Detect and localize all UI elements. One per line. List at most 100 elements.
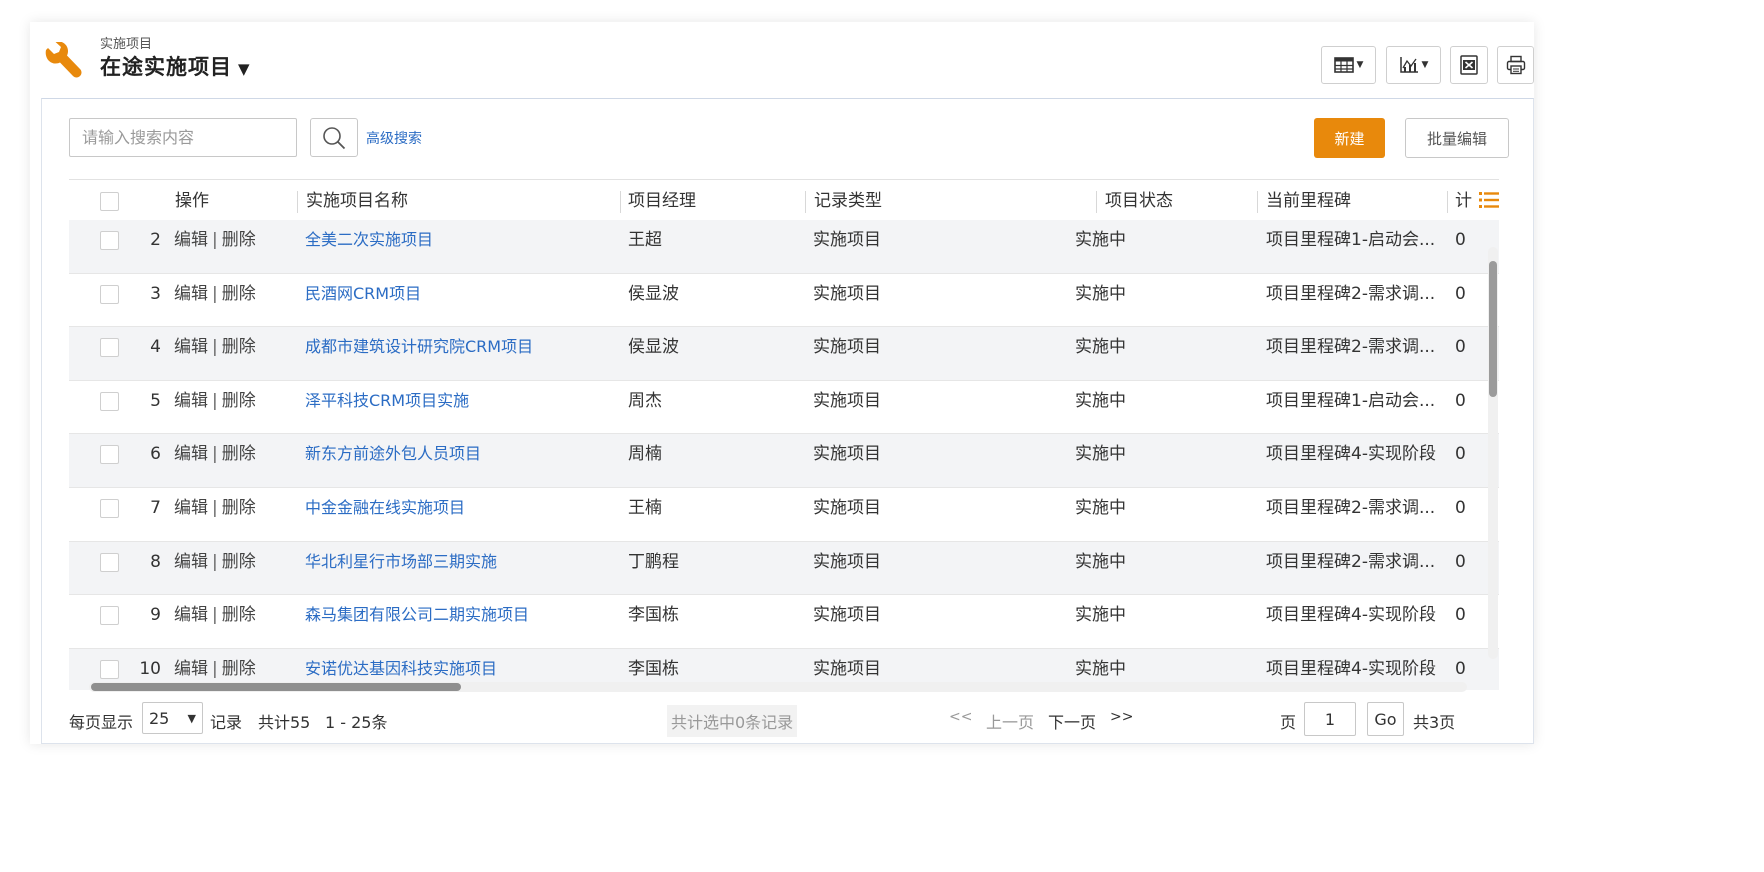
edit-link[interactable]: 编辑 (174, 391, 208, 411)
row-checkbox[interactable] (100, 552, 119, 572)
column-divider[interactable] (805, 191, 806, 213)
page-title[interactable]: 在途实施项目 ▼ (100, 51, 251, 81)
table-row[interactable]: 9 编辑 | 删除 森马集团有限公司二期实施项目 李国栋 实施项目 实施中 项目里程碑4-实现阶… (69, 595, 1499, 649)
horizontal-scrollbar[interactable] (89, 682, 1467, 692)
row-actions: 编辑 | 删除 (174, 327, 256, 367)
column-header-count[interactable]: 计 (1455, 180, 1472, 223)
search-input[interactable] (69, 118, 297, 157)
list-panel: 高级搜索 新建 批量编辑 操作 实施项目名称 项目经理 记录类型 项目状态 当前… (41, 98, 1534, 744)
delete-link[interactable]: 删除 (222, 605, 256, 625)
delete-link[interactable]: 删除 (222, 284, 256, 304)
count-cell: 0 (1455, 605, 1466, 626)
select-all-checkbox[interactable] (100, 192, 119, 211)
row-checkbox[interactable] (100, 284, 119, 304)
vertical-scrollbar-thumb[interactable] (1489, 261, 1497, 397)
wrench-icon (45, 42, 82, 78)
milestone-cell: 项目里程碑2-需求调... (1266, 498, 1436, 518)
go-button[interactable]: Go (1367, 702, 1404, 736)
table-row[interactable]: 4 编辑 | 删除 成都市建筑设计研究院CRM项目 侯显波 实施项目 实施中 项目里程碑2-需求… (69, 327, 1499, 381)
edit-link[interactable]: 编辑 (174, 284, 208, 304)
column-header-milestone[interactable]: 当前里程碑 (1266, 180, 1351, 223)
delete-link[interactable]: 删除 (222, 444, 256, 464)
row-checkbox[interactable] (100, 499, 119, 518)
manager-cell: 李国栋 (628, 605, 679, 626)
selected-count: 共计选中0条记录 (667, 705, 798, 737)
table-row[interactable]: 2 编辑 | 删除 全美二次实施项目 王超 实施项目 实施中 项目里程碑1-启动会... 0 (69, 220, 1499, 274)
last-page-link[interactable]: >> (1110, 709, 1133, 725)
chevron-down-icon: ▼ (1421, 60, 1429, 70)
project-name-link[interactable]: 成都市建筑设计研究院CRM项目 (305, 327, 533, 367)
records-label: 记录 (210, 713, 243, 732)
milestone-cell: 项目里程碑4-实现阶段 (1266, 605, 1436, 626)
action-separator: | (212, 551, 218, 572)
delete-link[interactable]: 删除 (222, 498, 256, 518)
row-checkbox[interactable] (100, 391, 119, 411)
column-divider[interactable] (297, 191, 298, 213)
row-checkbox[interactable] (100, 445, 119, 465)
delete-link[interactable]: 删除 (222, 230, 256, 250)
delete-link[interactable]: 删除 (222, 391, 256, 411)
edit-link[interactable]: 编辑 (174, 230, 208, 250)
prev-page-link[interactable]: 上一页 (986, 709, 1034, 733)
project-name-link[interactable]: 民酒网CRM项目 (305, 274, 421, 314)
first-page-link[interactable]: << (949, 709, 972, 725)
edit-link[interactable]: 编辑 (174, 605, 208, 625)
row-checkbox[interactable] (100, 338, 119, 358)
column-menu-icon[interactable] (1479, 191, 1499, 209)
title-dropdown-icon[interactable]: ▼ (238, 60, 251, 78)
record-type-cell: 实施项目 (813, 230, 881, 250)
column-header-record-type[interactable]: 记录类型 (814, 180, 882, 223)
row-checkbox[interactable] (100, 606, 119, 626)
print-button[interactable] (1497, 46, 1534, 84)
edit-link[interactable]: 编辑 (174, 659, 208, 679)
search-button[interactable] (310, 118, 358, 157)
horizontal-scrollbar-thumb[interactable] (91, 683, 461, 691)
row-checkbox[interactable] (100, 659, 119, 679)
edit-link[interactable]: 编辑 (174, 444, 208, 464)
table-row[interactable]: 7 编辑 | 删除 中金金融在线实施项目 王楠 实施项目 实施中 项目里程碑2-需求调... 0 (69, 488, 1499, 542)
project-name-link[interactable]: 华北利星行市场部三期实施 (305, 542, 497, 582)
delete-link[interactable]: 删除 (222, 659, 256, 679)
page-size-select[interactable]: 25 ▼ (142, 702, 203, 734)
edit-link[interactable]: 编辑 (174, 552, 208, 572)
batch-edit-button[interactable]: 批量编辑 (1405, 118, 1509, 158)
column-divider[interactable] (1257, 191, 1258, 213)
project-name-link[interactable]: 中金金融在线实施项目 (305, 488, 465, 528)
column-divider[interactable] (620, 191, 621, 213)
advanced-search-link[interactable]: 高级搜索 (366, 128, 422, 148)
table-view-button[interactable]: ▼ (1321, 46, 1376, 84)
row-actions: 编辑 | 删除 (174, 595, 256, 635)
column-divider[interactable] (1096, 191, 1097, 213)
column-header-status[interactable]: 项目状态 (1105, 180, 1173, 223)
manager-cell: 周楠 (628, 444, 662, 465)
chart-button[interactable]: ▼ (1386, 46, 1441, 84)
table-row[interactable]: 5 编辑 | 删除 泽平科技CRM项目实施 周杰 实施项目 实施中 项目里程碑1-启动会... 0 (69, 381, 1499, 435)
edit-link[interactable]: 编辑 (174, 337, 208, 357)
column-header-project-name[interactable]: 实施项目名称 (306, 180, 408, 223)
excel-export-button[interactable] (1450, 46, 1488, 84)
new-button[interactable]: 新建 (1314, 118, 1385, 158)
table-view-icon (1333, 57, 1354, 73)
row-number: 2 (150, 230, 161, 250)
project-name-link[interactable]: 新东方前途外包人员项目 (305, 434, 481, 474)
delete-link[interactable]: 删除 (222, 337, 256, 357)
page-number-input[interactable] (1304, 702, 1356, 736)
page-header: 实施项目 在途实施项目 ▼ ▼ ▼ (30, 22, 1534, 98)
delete-link[interactable]: 删除 (222, 552, 256, 572)
manager-cell: 侯显波 (628, 337, 679, 358)
next-page-link[interactable]: 下一页 (1048, 709, 1096, 733)
table-row[interactable]: 3 编辑 | 删除 民酒网CRM项目 侯显波 实施项目 实施中 项目里程碑2-需求调... 0 (69, 274, 1499, 328)
column-header-manager[interactable]: 项目经理 (628, 180, 696, 223)
breadcrumb: 实施项目 (100, 37, 153, 52)
project-name-link[interactable]: 森马集团有限公司二期实施项目 (305, 595, 529, 635)
table-row[interactable]: 8 编辑 | 删除 华北利星行市场部三期实施 丁鹏程 实施项目 实施中 项目里程碑2-需求调..… (69, 541, 1499, 596)
row-number: 9 (150, 605, 161, 626)
chevron-down-icon: ▼ (187, 711, 196, 725)
project-name-link[interactable]: 全美二次实施项目 (305, 220, 433, 260)
row-checkbox[interactable] (100, 231, 119, 250)
edit-link[interactable]: 编辑 (174, 498, 208, 518)
project-name-link[interactable]: 泽平科技CRM项目实施 (305, 381, 469, 421)
vertical-scrollbar[interactable] (1488, 247, 1498, 659)
table-row[interactable]: 6 编辑 | 删除 新东方前途外包人员项目 周楠 实施项目 实施中 项目里程碑4-实现阶段 0 (69, 434, 1499, 488)
column-divider[interactable] (1447, 191, 1448, 213)
